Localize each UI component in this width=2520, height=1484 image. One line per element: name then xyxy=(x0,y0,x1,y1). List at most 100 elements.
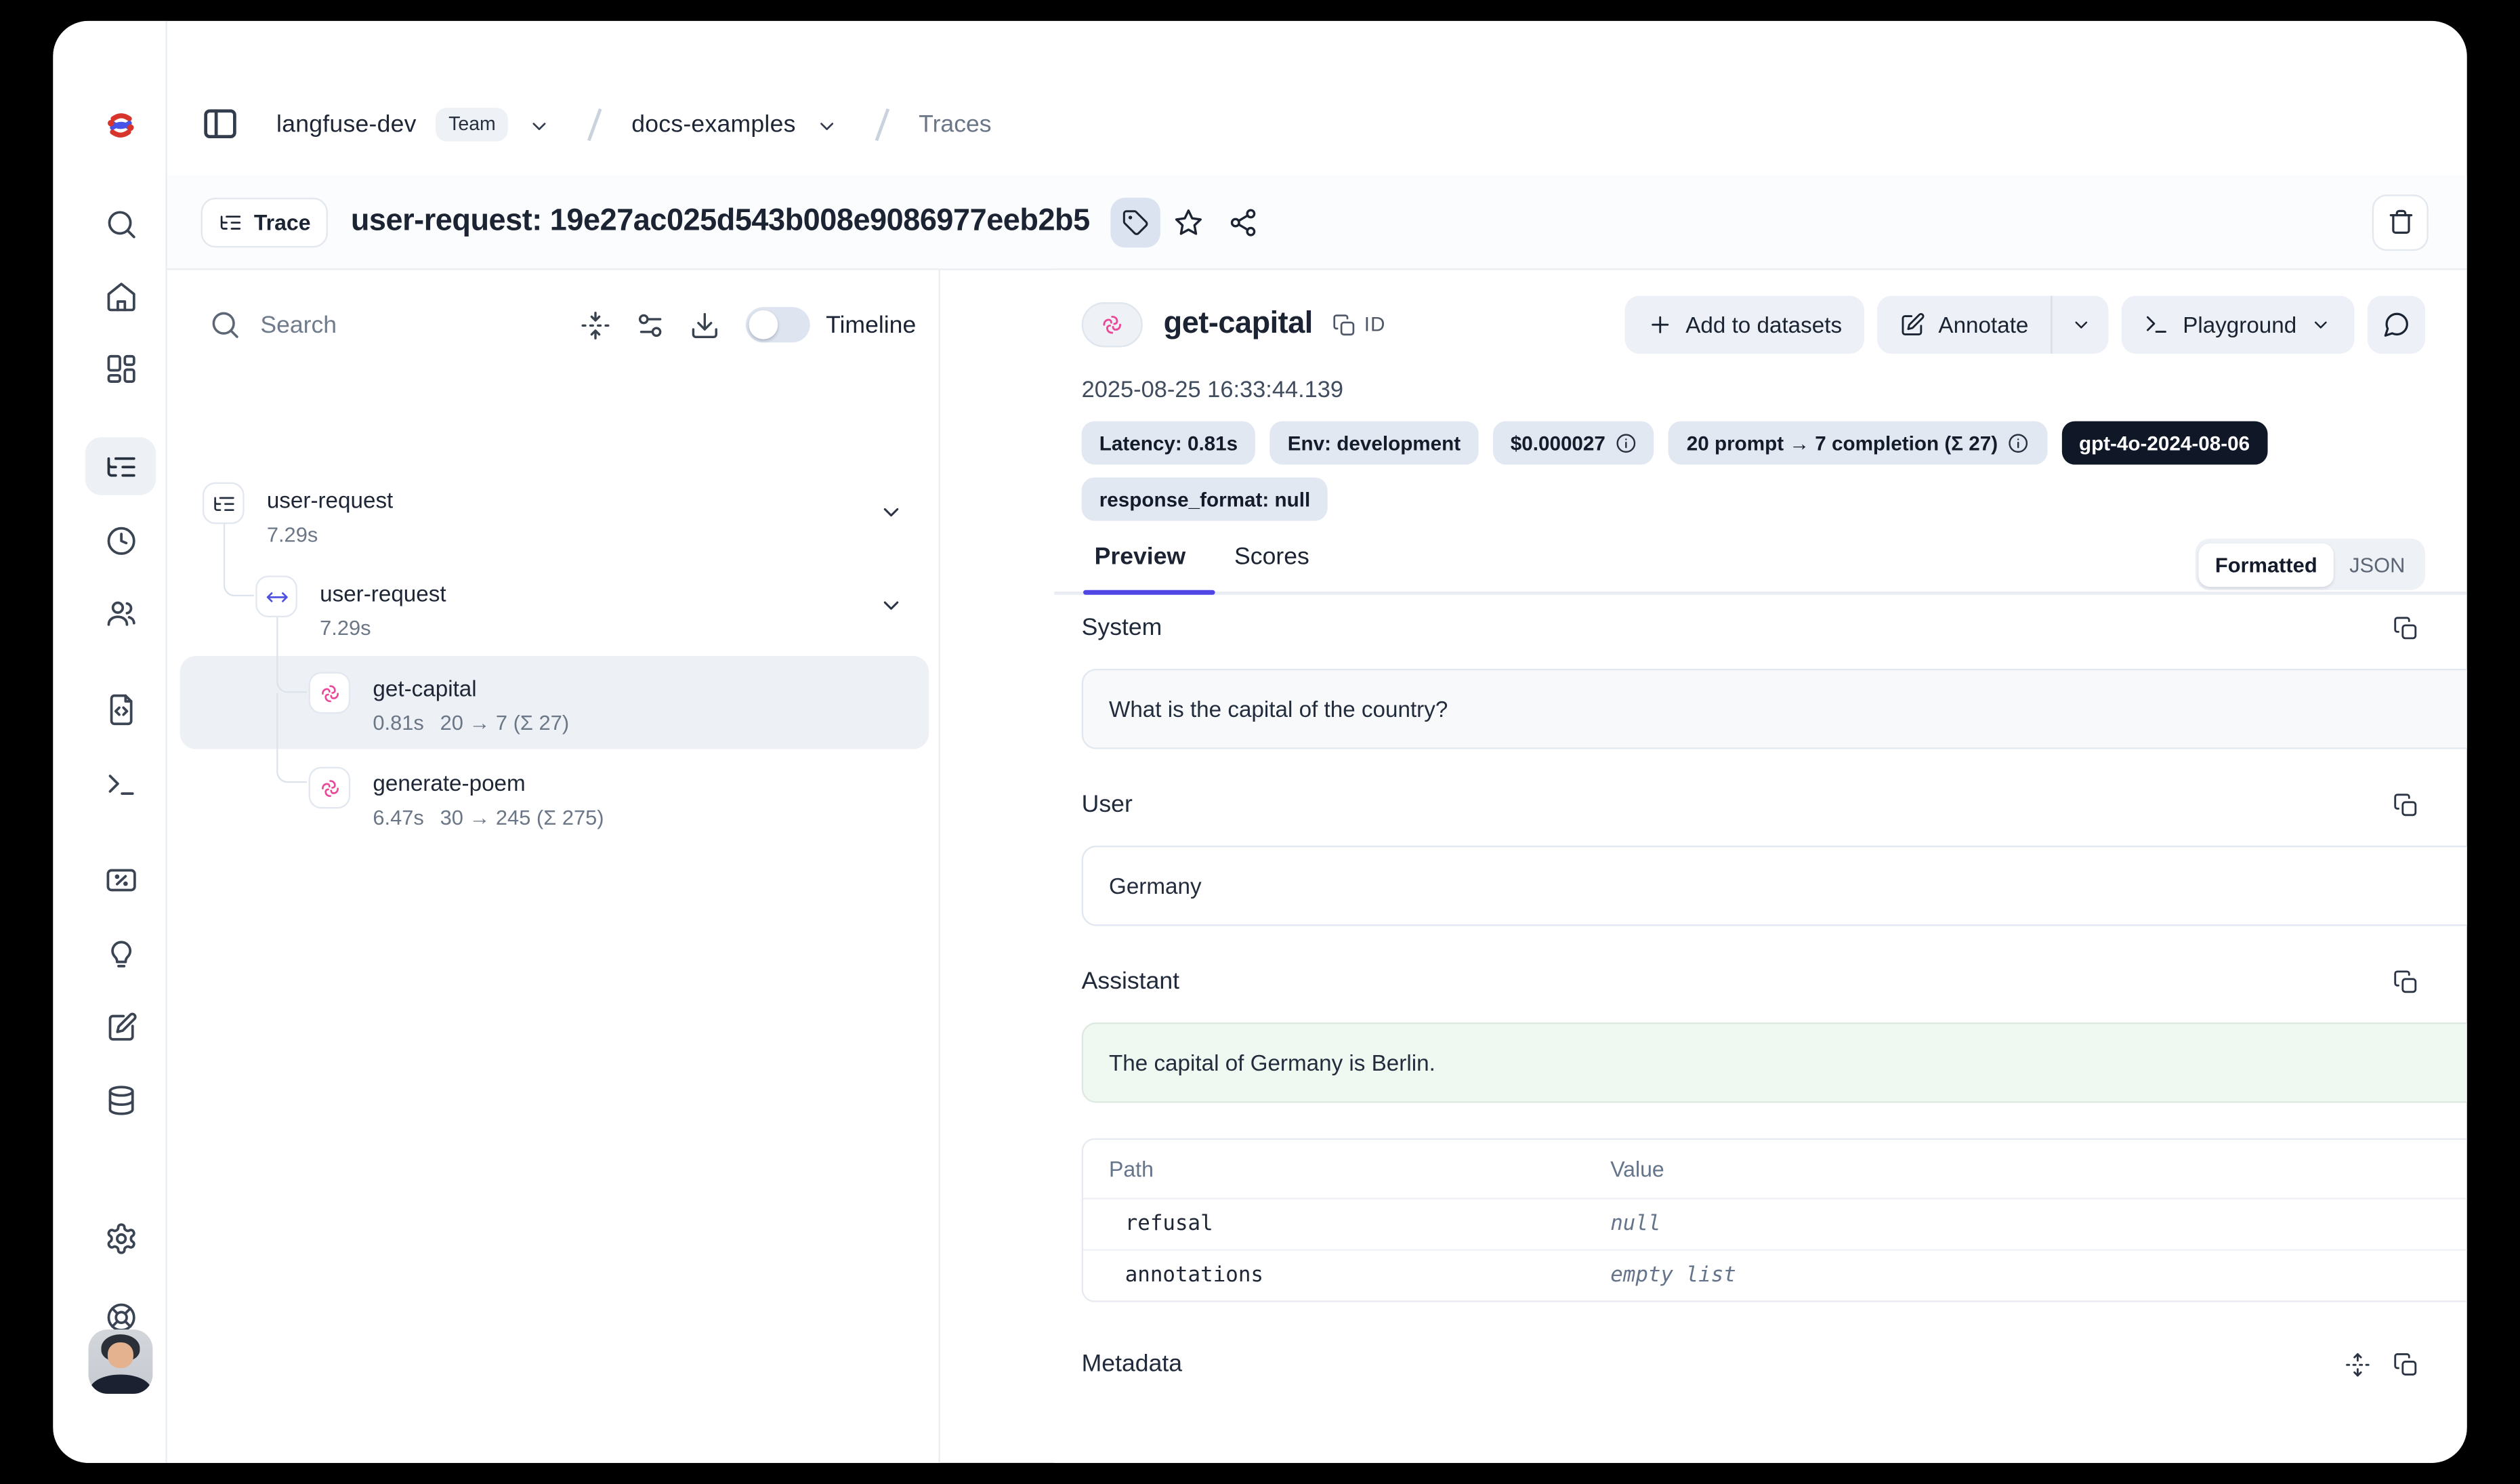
chevron-down-icon[interactable] xyxy=(877,498,904,525)
trace-type-badge[interactable]: Trace xyxy=(201,197,329,247)
users-icon[interactable] xyxy=(85,583,156,641)
timeline-label: Timeline xyxy=(826,311,916,338)
pen-square-icon xyxy=(1899,312,1925,337)
collapse-all-button[interactable] xyxy=(569,297,624,352)
chevron-down-icon xyxy=(2070,314,2092,336)
screen: langfuse-dev Team docs-examples Traces T… xyxy=(0,0,2520,1484)
tag-icon xyxy=(1122,208,1149,235)
tree-connector xyxy=(224,524,254,596)
annotate-split-button: Annotate xyxy=(1877,296,2109,354)
search-input[interactable] xyxy=(260,311,469,338)
home-icon[interactable] xyxy=(85,267,156,325)
model-badge[interactable]: gpt-4o-2024-08-06 xyxy=(2061,421,2267,465)
share-button[interactable] xyxy=(1215,194,1270,249)
token-usage-badge[interactable]: 20 prompt → 7 completion (Σ 27) xyxy=(1669,421,2047,465)
app-window: langfuse-dev Team docs-examples Traces T… xyxy=(53,21,2466,1463)
cost-badge[interactable]: $0.000027 xyxy=(1493,421,1655,465)
trace-node-icon xyxy=(203,482,245,524)
chevron-down-icon[interactable] xyxy=(815,113,839,138)
format-switch: Formatted JSON xyxy=(2195,539,2425,590)
bookmark-star-button[interactable] xyxy=(1160,194,1215,249)
copy-id-button[interactable]: ID xyxy=(1332,312,1385,337)
view-settings-button[interactable] xyxy=(623,297,678,352)
scores-icon[interactable] xyxy=(85,850,156,908)
settings-icon[interactable] xyxy=(85,1209,156,1266)
observation-timestamp: 2025-08-25 16:33:44.139 xyxy=(1082,378,1343,404)
tracing-icon[interactable] xyxy=(85,437,156,495)
tab-preview[interactable]: Preview xyxy=(1095,543,1186,571)
assistant-message-box: The capital of Germany is Berlin. xyxy=(1082,1023,2467,1103)
system-section-header: System xyxy=(1082,614,2419,641)
unfold-vertical-icon[interactable] xyxy=(2345,1351,2370,1377)
sessions-icon[interactable] xyxy=(85,511,156,569)
observation-title: get-capital xyxy=(1164,307,1313,342)
annotate-button[interactable]: Annotate xyxy=(1877,296,2051,354)
tree-body: user-request 7.29s user-request 7.29s xyxy=(167,357,939,1463)
comments-button[interactable] xyxy=(2368,296,2425,354)
user-avatar[interactable] xyxy=(88,1330,152,1394)
nav-rail xyxy=(53,21,167,1463)
generation-node-icon xyxy=(309,672,351,714)
format-json-option[interactable]: JSON xyxy=(2333,543,2421,586)
copy-icon[interactable] xyxy=(2393,791,2419,817)
share-icon xyxy=(1227,207,1258,237)
playground-button[interactable]: Playground xyxy=(2122,296,2355,354)
insights-icon[interactable] xyxy=(85,924,156,982)
copy-icon xyxy=(1332,312,1356,337)
add-to-datasets-button[interactable]: Add to datasets xyxy=(1624,296,1864,354)
tab-scores[interactable]: Scores xyxy=(1234,543,1309,571)
copy-icon[interactable] xyxy=(2393,968,2419,994)
copy-icon[interactable] xyxy=(2393,1351,2419,1377)
table-row: annotations empty list xyxy=(1083,1249,2467,1300)
dashboard-icon[interactable] xyxy=(85,339,156,397)
badge-row: Latency: 0.81s Env: development $0.00002… xyxy=(1082,421,2268,465)
assistant-section-header: Assistant xyxy=(1082,968,2419,995)
span-node-icon xyxy=(255,575,297,617)
chevron-down-icon xyxy=(2309,314,2332,336)
playground-nav-icon[interactable] xyxy=(85,754,156,812)
tag-button[interactable] xyxy=(1111,197,1161,247)
breadcrumb: langfuse-dev Team docs-examples Traces xyxy=(167,21,2467,176)
tree-connector xyxy=(276,693,307,783)
annotation-icon[interactable] xyxy=(85,998,156,1056)
prompts-icon[interactable] xyxy=(85,680,156,738)
latency-badge: Latency: 0.81s xyxy=(1082,421,1256,465)
sidebar-toggle-icon[interactable] xyxy=(201,104,240,143)
sliders-icon xyxy=(635,310,666,340)
format-formatted-option[interactable]: Formatted xyxy=(2199,543,2333,586)
metadata-section-header: Metadata xyxy=(1082,1351,2419,1378)
info-icon xyxy=(2007,432,2029,454)
observation-tree-panel: Timeline user-request 7.29s xyxy=(167,270,940,1463)
team-badge: Team xyxy=(436,107,509,141)
delete-trace-button[interactable] xyxy=(2372,194,2429,250)
generation-node-icon xyxy=(309,767,351,809)
star-icon xyxy=(1173,207,1203,237)
chevron-down-icon[interactable] xyxy=(528,113,552,138)
annotate-dropdown-button[interactable] xyxy=(2051,296,2109,354)
duration: 7.29s xyxy=(320,616,371,640)
response-format-badge: response_format: null xyxy=(1082,478,1328,521)
search-icon xyxy=(209,309,240,341)
tree-connector xyxy=(276,617,307,693)
copy-icon[interactable] xyxy=(2393,615,2419,640)
detail-tabs: Preview Scores Formatted JSON xyxy=(1054,539,2466,595)
chat-bubble-icon xyxy=(2382,310,2411,339)
breadcrumb-page[interactable]: Traces xyxy=(919,110,991,138)
tree-toolbar: Timeline xyxy=(167,293,939,357)
badge-row: response_format: null xyxy=(1082,478,1328,521)
langfuse-logo-icon[interactable] xyxy=(103,108,138,143)
observation-detail-panel: get-capital ID Add to datasets xyxy=(1054,270,2466,1463)
search-nav-icon[interactable] xyxy=(85,194,156,252)
list-tree-icon xyxy=(219,210,243,234)
fold-vertical-icon xyxy=(581,310,611,340)
datasets-icon[interactable] xyxy=(85,1071,156,1128)
download-button[interactable] xyxy=(678,297,733,352)
breadcrumb-project[interactable]: langfuse-dev xyxy=(276,110,417,138)
system-message-box: What is the capital of the country? xyxy=(1082,669,2467,749)
breadcrumb-environment[interactable]: docs-examples xyxy=(631,110,795,138)
breadcrumb-divider xyxy=(875,108,889,140)
info-icon xyxy=(1615,432,1637,454)
main-area: langfuse-dev Team docs-examples Traces T… xyxy=(167,21,2467,1463)
chevron-down-icon[interactable] xyxy=(877,592,904,619)
timeline-toggle[interactable] xyxy=(745,307,810,342)
